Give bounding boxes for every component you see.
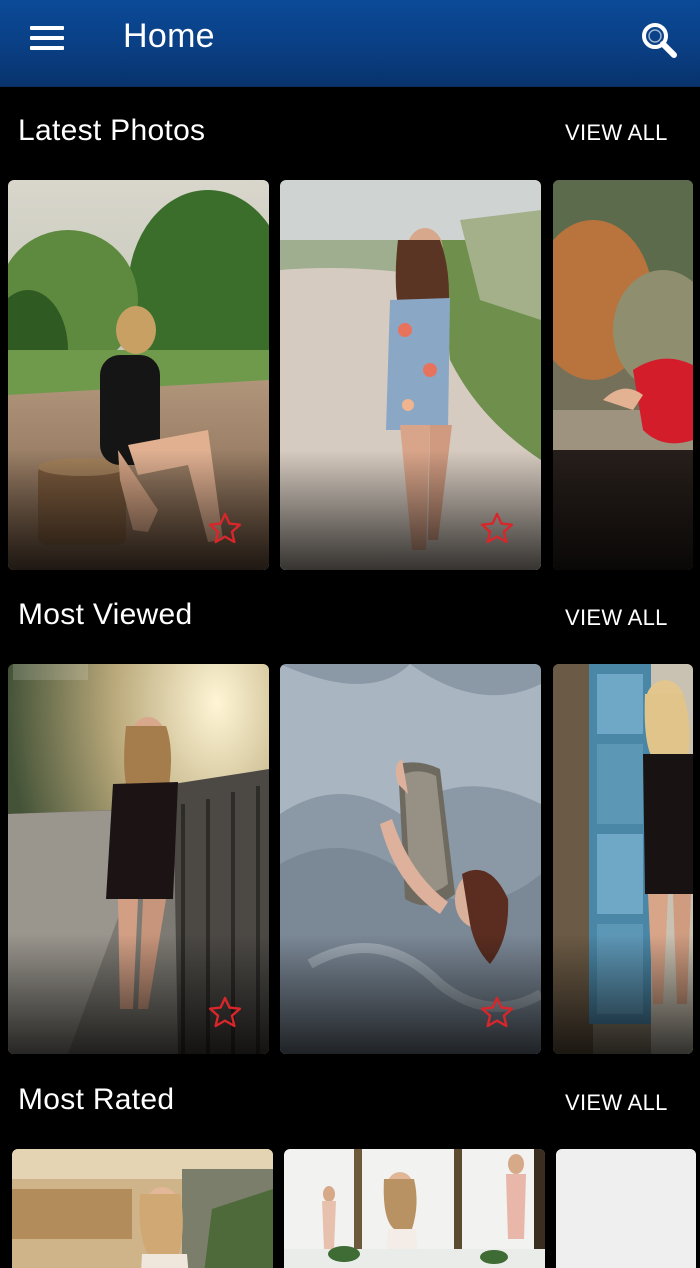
photo-card[interactable] xyxy=(280,664,541,1054)
photo-card[interactable] xyxy=(12,1149,273,1268)
photo-card[interactable] xyxy=(280,180,541,570)
star-outline-icon[interactable] xyxy=(478,994,516,1032)
search-button[interactable] xyxy=(634,16,684,66)
section-title-most-viewed: Most Viewed xyxy=(18,598,193,631)
photo-thumbnail xyxy=(12,1149,273,1268)
most-rated-row[interactable] xyxy=(0,1149,700,1268)
photo-card[interactable] xyxy=(553,180,693,570)
page-title: Home xyxy=(123,17,215,55)
star-outline-icon[interactable] xyxy=(478,510,516,548)
photo-thumbnail xyxy=(556,1149,696,1268)
search-icon xyxy=(642,23,677,58)
view-all-most-rated-button[interactable]: VIEW ALL xyxy=(565,1090,675,1116)
menu-button[interactable] xyxy=(20,16,76,62)
section-title-latest-photos: Latest Photos xyxy=(18,114,206,147)
section-title-most-rated: Most Rated xyxy=(18,1083,175,1116)
photo-thumbnail xyxy=(284,1149,545,1268)
photo-card[interactable] xyxy=(8,664,269,1054)
photo-card[interactable] xyxy=(8,180,269,570)
photo-card[interactable] xyxy=(284,1149,545,1268)
photo-card[interactable] xyxy=(553,664,693,1054)
most-viewed-row[interactable] xyxy=(0,664,700,1054)
photo-card[interactable] xyxy=(556,1149,696,1268)
star-outline-icon[interactable] xyxy=(206,994,244,1032)
app-bar: Home xyxy=(0,0,700,87)
view-all-most-viewed-button[interactable]: VIEW ALL xyxy=(565,605,675,631)
star-outline-icon[interactable] xyxy=(206,510,244,548)
view-all-latest-photos-button[interactable]: VIEW ALL xyxy=(565,120,675,146)
latest-photos-row[interactable] xyxy=(0,180,700,570)
